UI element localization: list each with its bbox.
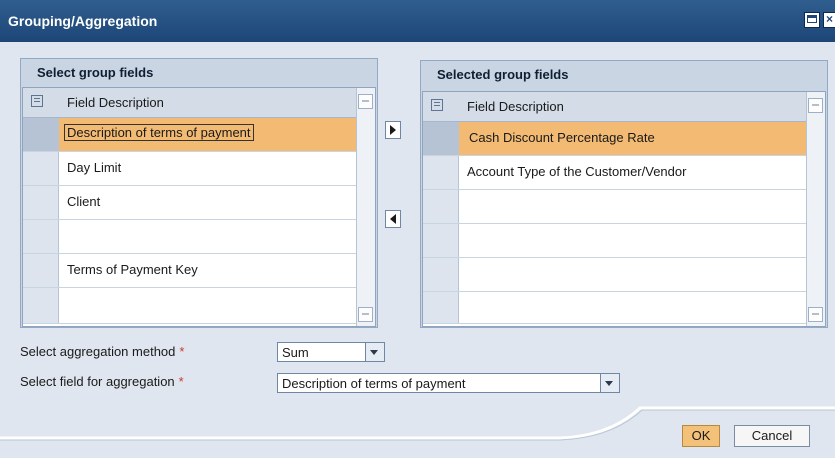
aggregation-method-label: Select aggregation method *	[20, 344, 184, 359]
row-text: Terms of Payment Key	[67, 262, 198, 277]
scroll-down-icon[interactable]	[808, 307, 823, 322]
scroll-up-icon[interactable]	[808, 98, 823, 113]
arrow-left-icon	[390, 214, 396, 224]
selected-group-fields-panel: Selected group fields Field Description …	[420, 60, 828, 328]
table-row[interactable]: Client	[23, 186, 357, 220]
row-selector[interactable]	[423, 122, 459, 155]
table-row[interactable]: Day Limit	[23, 152, 357, 186]
aggregation-field-value: Description of terms of payment	[282, 376, 466, 391]
row-selector[interactable]	[423, 190, 459, 223]
vertical-scrollbar[interactable]	[806, 92, 825, 326]
required-marker: *	[179, 344, 185, 359]
aggregation-field-label-text: Select field for aggregation	[20, 374, 175, 389]
aggregation-method-value: Sum	[282, 345, 309, 360]
available-fields-table: Field Description Description of terms o…	[22, 87, 376, 327]
row-selector[interactable]	[23, 152, 59, 185]
cancel-button[interactable]: Cancel	[734, 425, 810, 447]
ok-button[interactable]: OK	[682, 425, 720, 447]
aggregation-method-label-text: Select aggregation method	[20, 344, 176, 359]
column-header-field-description: Field Description	[67, 95, 164, 110]
column-settings-icon[interactable]	[31, 95, 43, 107]
row-selector[interactable]	[23, 186, 59, 219]
scroll-down-icon[interactable]	[358, 307, 373, 322]
select-group-fields-panel: Select group fields Field Description De…	[20, 58, 378, 328]
row-text: Day Limit	[67, 160, 122, 175]
row-text: Account Type of the Customer/Vendor	[467, 164, 687, 179]
table-row[interactable]: Account Type of the Customer/Vendor	[423, 156, 807, 190]
row-text: Cash Discount Percentage Rate	[469, 130, 655, 145]
row-selector[interactable]	[23, 288, 59, 323]
row-text: Client	[67, 194, 101, 209]
table-row[interactable]	[423, 190, 807, 224]
remove-field-button[interactable]	[385, 210, 401, 228]
aggregation-field-select[interactable]: Description of terms of payment	[277, 373, 620, 393]
row-text: Description of terms of payment	[64, 124, 254, 141]
panel-title: Select group fields	[37, 65, 154, 80]
dialog-title: Grouping/Aggregation	[8, 13, 158, 29]
vertical-scrollbar[interactable]	[356, 88, 375, 326]
add-field-button[interactable]	[385, 121, 401, 139]
row-selector[interactable]	[23, 220, 59, 253]
row-selector[interactable]	[23, 118, 59, 151]
panel-title: Selected group fields	[437, 67, 569, 82]
column-settings-icon[interactable]	[431, 99, 443, 111]
arrow-right-icon	[390, 125, 396, 135]
selected-fields-table: Field Description Cash Discount Percenta…	[422, 91, 826, 327]
aggregation-method-select[interactable]: Sum	[277, 342, 385, 362]
row-selector[interactable]	[423, 224, 459, 257]
table-row[interactable]: Cash Discount Percentage Rate	[423, 122, 807, 156]
table-header: Field Description	[23, 88, 357, 118]
table-row[interactable]	[23, 288, 357, 324]
row-selector[interactable]	[23, 254, 59, 287]
table-row[interactable]: Description of terms of payment	[23, 118, 357, 152]
table-row[interactable]	[423, 292, 807, 324]
row-selector[interactable]	[423, 156, 459, 189]
aggregation-field-label: Select field for aggregation *	[20, 374, 184, 389]
maximize-icon[interactable]	[804, 12, 820, 28]
chevron-down-icon[interactable]	[600, 374, 619, 392]
row-selector[interactable]	[423, 258, 459, 291]
table-header: Field Description	[423, 92, 807, 122]
scroll-up-icon[interactable]	[358, 94, 373, 109]
dialog-titlebar: Grouping/Aggregation ×	[0, 0, 835, 42]
row-selector[interactable]	[423, 292, 459, 323]
table-row[interactable]	[423, 258, 807, 292]
table-row[interactable]	[423, 224, 807, 258]
column-header-field-description: Field Description	[467, 99, 564, 114]
required-marker: *	[178, 374, 184, 389]
chevron-down-icon[interactable]	[365, 343, 384, 361]
table-row[interactable]	[23, 220, 357, 254]
close-icon[interactable]: ×	[823, 12, 835, 28]
table-row[interactable]: Terms of Payment Key	[23, 254, 357, 288]
